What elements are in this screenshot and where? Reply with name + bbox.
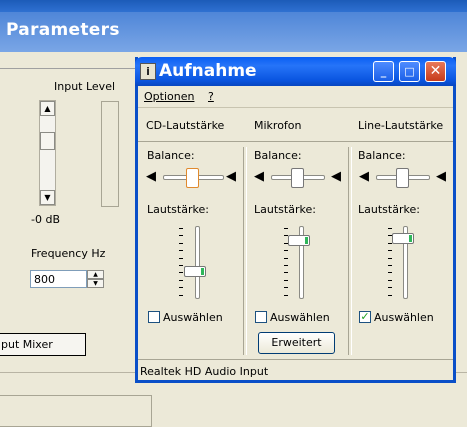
slider-tick (284, 279, 288, 281)
volume-label: Lautstärke: (147, 203, 209, 216)
slider-tick (388, 235, 392, 237)
scroll-thumb[interactable] (40, 132, 55, 150)
checkmark-icon: ✓ (360, 310, 370, 323)
window-title: Aufnahme (159, 61, 257, 81)
volume-label: Lautstärke: (358, 203, 420, 216)
frequency-label: Frequency Hz (31, 247, 106, 260)
maximize-icon: □ (404, 65, 415, 78)
menu-help[interactable]: ? (208, 90, 214, 103)
volume-slider-thumb[interactable] (288, 235, 310, 246)
select-label: Auswählen (270, 311, 330, 324)
scroll-up-arrow-icon[interactable]: ▲ (40, 101, 55, 116)
minimize-icon: _ (380, 65, 387, 78)
speaker-right-icon: ◀ (331, 169, 341, 184)
select-label: Auswählen (163, 311, 223, 324)
slider-tick (284, 294, 288, 296)
db-label: -0 dB (31, 213, 60, 226)
slider-tick (179, 287, 183, 289)
slider-tick (388, 242, 392, 244)
speaker-right-icon: ◀ (226, 169, 236, 184)
channel-divider (348, 147, 352, 355)
speaker-left-icon: ◀ (254, 169, 264, 184)
slider-tick (179, 250, 183, 252)
channel-name-line: Line-Lautstärke (358, 119, 444, 132)
scroll-down-arrow-icon[interactable]: ▼ (40, 190, 55, 205)
window-app-icon: i (140, 63, 156, 80)
slider-tick (179, 294, 183, 296)
input-mixer-button[interactable]: put Mixer (0, 333, 86, 356)
slider-tick (284, 250, 288, 252)
speaker-right-icon: ◀ (436, 169, 446, 184)
slider-tick (388, 279, 392, 281)
balance-label: Balance: (254, 149, 302, 162)
slider-tick (179, 265, 183, 266)
slider-tick (388, 294, 392, 296)
select-label: Auswählen (374, 311, 434, 324)
channel-divider (243, 147, 247, 355)
balance-slider-thumb[interactable] (291, 168, 304, 188)
input-level-meter (101, 101, 119, 207)
balance-slider-thumb[interactable] (396, 168, 409, 188)
erweitert-button[interactable]: Erweitert (258, 332, 335, 354)
minimize-button[interactable]: _ (373, 61, 394, 82)
slider-tick (179, 279, 183, 281)
speaker-left-icon: ◀ (359, 169, 369, 184)
speaker-left-icon: ◀ (146, 169, 156, 184)
slider-tick (388, 287, 392, 289)
volume-slider-thumb[interactable] (184, 265, 206, 277)
slider-tick (179, 228, 183, 229)
slider-tick (388, 265, 392, 266)
slider-tick (284, 287, 288, 289)
maximize-button[interactable]: □ (399, 61, 420, 82)
menu-optionen[interactable]: Optionen (144, 90, 194, 103)
volume-label: Lautstärke: (254, 203, 316, 216)
background-status-box (0, 395, 152, 427)
slider-tick (388, 228, 392, 229)
channel-name-mikrofon: Mikrofon (254, 119, 302, 132)
close-icon: ✕ (429, 63, 442, 79)
background-header-title: Parameters (6, 20, 120, 40)
slider-tick (284, 242, 288, 244)
frequency-input[interactable]: 800 (30, 270, 87, 288)
channel-name-cd: CD-Lautstärke (146, 119, 225, 132)
slider-tick (388, 257, 392, 259)
volume-slider-thumb[interactable] (392, 233, 414, 245)
slider-tick (388, 272, 392, 274)
balance-slider-thumb[interactable] (186, 168, 199, 188)
slider-tick (179, 272, 183, 274)
slider-tick (284, 235, 288, 237)
slider-tick (179, 257, 183, 259)
menu-divider (138, 107, 453, 108)
balance-label: Balance: (358, 149, 406, 162)
status-text: Realtek HD Audio Input (140, 365, 269, 378)
slider-tick (284, 228, 288, 229)
slider-tick (388, 250, 392, 252)
slider-tick (284, 257, 288, 259)
frequency-up-arrow-icon[interactable]: ▲ (87, 270, 104, 279)
channel-header-divider (138, 141, 453, 142)
slider-tick (179, 242, 183, 244)
select-checkbox-checked[interactable]: ✓ (359, 311, 371, 323)
slider-tick (179, 235, 183, 237)
close-button[interactable]: ✕ (425, 61, 446, 82)
slider-tick (284, 272, 288, 274)
input-level-label: Input Level (54, 80, 116, 93)
input-level-scrollbar[interactable]: ▲ ▼ (39, 100, 56, 206)
balance-label: Balance: (147, 149, 195, 162)
volume-slider-track[interactable] (195, 226, 200, 299)
frequency-down-arrow-icon[interactable]: ▼ (87, 279, 104, 288)
slider-tick (284, 265, 288, 266)
status-divider (138, 359, 453, 360)
select-checkbox[interactable] (148, 311, 160, 323)
select-checkbox[interactable] (255, 311, 267, 323)
background-divider (0, 68, 135, 69)
